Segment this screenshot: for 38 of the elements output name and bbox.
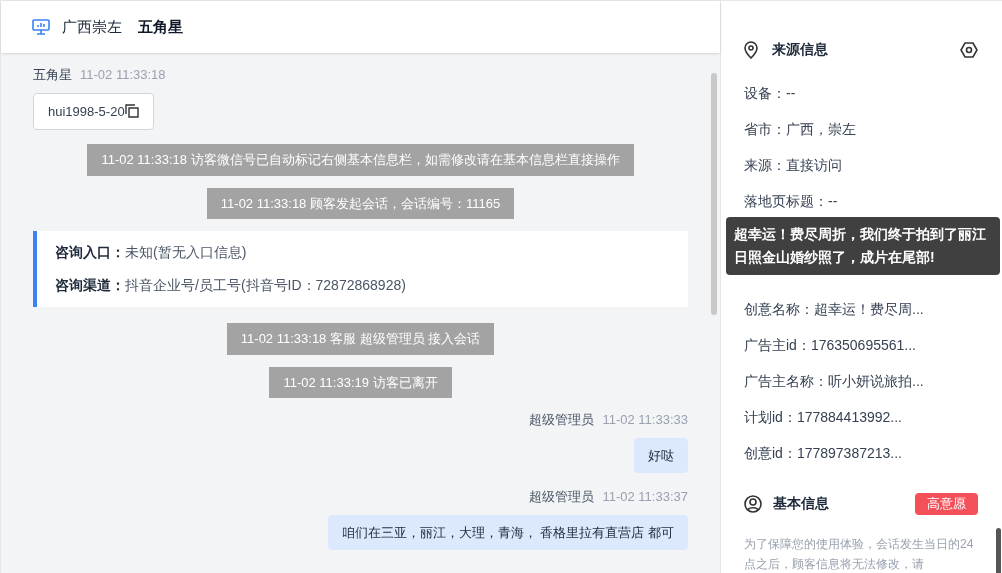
message-bubble: 咱们在三亚，丽江，大理，青海， 香格里拉有直营店 都可 — [327, 514, 688, 550]
system-notice: 11-02 11:33:19 访客已离开 — [269, 366, 452, 398]
info-row-text: 创意id：177897387213... — [744, 443, 903, 463]
info-row-text: 来源：直接访问 — [744, 155, 843, 175]
user-circle-icon — [744, 494, 762, 513]
intent-tag: 高意愿 — [915, 493, 978, 515]
info-row-text: 设备：-- — [744, 83, 797, 103]
info-row-text: 计划id：177884413992... — [744, 407, 903, 427]
section-title: 基本信息 — [773, 494, 829, 514]
info-row-text: 广告主id：176350695561... — [744, 335, 917, 355]
message-time: 11-02 11:33:18 — [80, 66, 166, 84]
visitor-name: 五角星 — [138, 16, 183, 37]
message-time: 11-02 11:33:33 — [602, 411, 688, 429]
section-title: 来源信息 — [772, 40, 828, 59]
copy-icon[interactable] — [124, 104, 139, 119]
info-row-text: 省市：广西，崇左 — [744, 119, 857, 139]
scrollbar[interactable] — [711, 73, 717, 315]
message-bubble: hui1998-5-20 — [33, 92, 154, 130]
info-row-text: 落地页标题：-- — [744, 191, 839, 211]
card-entry: 咨询入口：未知(暂无入口信息) — [55, 243, 248, 262]
message-bubble: 好哒 — [634, 437, 688, 473]
info-row-text: 广告主名称：听小妍说旅拍... — [744, 371, 925, 391]
system-notice: 11-02 11:33:18 访客微信号已自动标记右侧基本信息栏，如需修改请在基本信息栏直接操作 — [87, 144, 634, 176]
monitor-icon — [32, 19, 50, 35]
location-pin-icon — [744, 40, 758, 59]
sender-name: 五角星 — [33, 66, 72, 84]
system-notice: 11-02 11:33:18 客服 超级管理员 接入会话 — [226, 323, 495, 355]
sender-name: 超级管理员 — [529, 411, 595, 429]
card-entry: 咨询渠道：抖音企业号/员工号(抖音号ID：72872868928) — [55, 276, 407, 295]
sender-name: 超级管理员 — [529, 488, 595, 506]
message-time: 11-02 11:33:37 — [602, 488, 688, 506]
system-notice: 11-02 11:33:18 顾客发起会话，会话编号：11165 — [206, 187, 515, 219]
scrollbar[interactable] — [996, 528, 1001, 573]
tooltip: 超幸运！费尽周折，我们终于拍到了丽江日照金山婚纱照了，成片在尾部! — [726, 217, 1000, 275]
settings-icon[interactable] — [960, 41, 978, 58]
info-note: 为了保障您的使用体验，会话发生当日的24点之后，顾客信息将无法修改，请 — [744, 535, 975, 573]
info-row-text: 创意名称：超幸运！费尽周... — [744, 299, 925, 319]
visitor-region: 广西崇左 — [62, 16, 122, 37]
